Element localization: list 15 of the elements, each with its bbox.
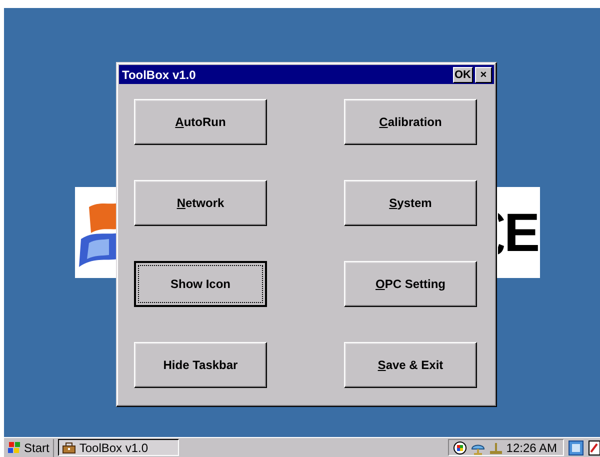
window-title: ToolBox v1.0 [122,68,197,82]
clock: 12:26 AM [506,440,557,454]
dialog-button[interactable]: Calibration [344,99,477,145]
logo-text: E [504,206,540,260]
dialog-button[interactable]: AutoRun [134,99,267,145]
dialog-button[interactable]: Hide Taskbar [134,342,267,388]
dialog-button[interactable]: Save & Exit [344,342,477,388]
start-button[interactable]: Start [4,438,54,456]
dialog-button[interactable]: Show Icon [134,261,267,307]
dialog-button[interactable]: OPC Setting [344,261,477,307]
taskbar-task-button[interactable]: ToolBox v1.0 [58,439,180,456]
close-button[interactable]: × [475,66,492,82]
ok-button[interactable]: OK [452,66,473,82]
dialog-button[interactable]: Network [134,180,267,226]
dialog-button[interactable]: System [344,180,477,226]
